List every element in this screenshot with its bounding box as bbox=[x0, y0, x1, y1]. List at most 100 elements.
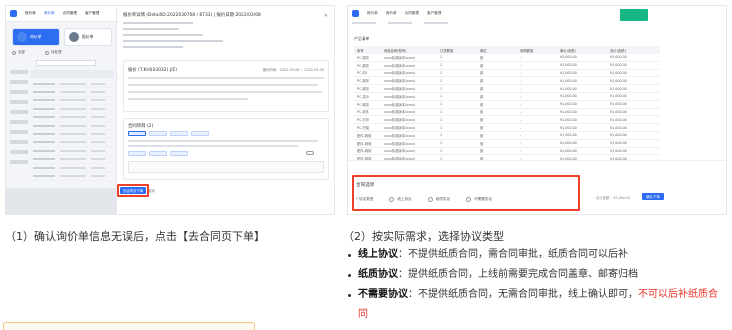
remark-textarea[interactable] bbox=[128, 161, 324, 173]
drawer-title: 报价单详情 (DetailID:2022030708 / 8733) | 报价日… bbox=[123, 13, 261, 18]
table-cell: xxxx标准版本(xxxx) bbox=[384, 63, 416, 68]
agreement-tag[interactable] bbox=[128, 151, 146, 156]
table-cell: ¥1,000.00 bbox=[610, 141, 627, 146]
table-row[interactable] bbox=[30, 97, 114, 106]
table-cell: ¥5,000.00 bbox=[560, 55, 577, 60]
highlight-box bbox=[117, 184, 149, 197]
table-row[interactable] bbox=[30, 122, 114, 131]
table-cell: - bbox=[520, 117, 522, 122]
table-cell: xxxx标准版本(xxxx) bbox=[384, 126, 416, 131]
table-row: 配件-网络 xxxx标准版本(xxxx) 1 套 - ¥1,000.00 ¥1,000.00 bbox=[354, 148, 660, 156]
table-cell: ¥3,000.00 bbox=[610, 63, 627, 68]
toggle-switch[interactable] bbox=[306, 151, 314, 155]
agreement-tag[interactable] bbox=[191, 131, 209, 136]
top-nav-item[interactable]: 询价单 bbox=[386, 11, 397, 16]
table-cell: - bbox=[520, 141, 522, 146]
table-row[interactable] bbox=[30, 147, 114, 156]
table-cell: PC-机1 bbox=[357, 71, 368, 76]
table-cell: PC-软件 bbox=[357, 110, 370, 115]
agreement-tag[interactable] bbox=[149, 131, 167, 136]
table-row[interactable] bbox=[30, 80, 114, 89]
table-cell: 1 bbox=[440, 117, 443, 122]
table-header: 序号 商品名称(型号) 订货数量 单位 采购数量 单价(含税) 总价(含税) bbox=[354, 46, 660, 54]
top-nav-item[interactable]: 询价单 bbox=[44, 11, 55, 16]
table-row[interactable] bbox=[30, 172, 114, 181]
table-row[interactable] bbox=[30, 139, 114, 148]
agreement-tags bbox=[128, 131, 209, 136]
table-row: PC-服务 xxxx标准版本(xxxx) 1 套 - ¥1,000.00 ¥1,000.00 bbox=[354, 77, 660, 86]
table-cell: ¥3,000.00 bbox=[560, 63, 577, 68]
top-nav-item[interactable]: 客户管理 bbox=[427, 11, 441, 16]
agreement-tag[interactable] bbox=[170, 151, 188, 156]
table-cell: xxxx标准版本(xxxx) bbox=[384, 55, 416, 60]
table-cell: 1 bbox=[440, 70, 443, 75]
agreement-tag[interactable] bbox=[170, 131, 188, 136]
list-item: 纸质协议：提供纸质合同，上线前需要完成合同盖章、邮寄归档 bbox=[346, 265, 726, 285]
table-row[interactable] bbox=[30, 105, 114, 114]
table-cell: ¥1,000.00 bbox=[560, 133, 577, 138]
table-cell: 套 bbox=[480, 79, 484, 84]
step1-caption: （1）确认询价单信息无误后，点击【去合同页下单】 bbox=[5, 230, 265, 243]
card-quote[interactable]: 报价单 bbox=[64, 28, 112, 46]
filter-radio[interactable]: 待处理 bbox=[45, 50, 62, 55]
table-row: PC-显示 xxxx标准版本(xxxx) 1 套 - ¥1,000.00 ¥1,000.00 bbox=[354, 93, 660, 101]
table-cell: xxxx标准版本(xxxx) bbox=[384, 110, 416, 115]
agreement-section: 合同项目 (2) bbox=[123, 118, 329, 180]
close-icon[interactable]: ✕ bbox=[324, 13, 328, 19]
table-cell: ¥1,000.00 bbox=[560, 141, 577, 146]
cancel-button[interactable]: 取消 bbox=[148, 188, 155, 193]
table-cell: xxxx标准版本(xxxx) bbox=[384, 94, 416, 99]
table-cell: xxxx标准版本(xxxx) bbox=[384, 118, 416, 123]
table-cell: - bbox=[520, 55, 522, 60]
table-cell: - bbox=[520, 133, 522, 138]
table-cell: - bbox=[520, 78, 522, 83]
quote-section-title: 报价 (T.KHI(03032) J/E) bbox=[128, 68, 177, 73]
table-cell: ¥1,000.00 bbox=[610, 133, 627, 138]
product-table: 序号 商品名称(型号) 订货数量 单位 采购数量 单价(含税) 总价(含税) P… bbox=[354, 46, 660, 171]
agreement-tag[interactable] bbox=[128, 131, 146, 136]
table-cell: 1 bbox=[440, 125, 443, 130]
table-cell: ¥1,000.00 bbox=[610, 109, 627, 114]
card-inquiry[interactable]: 询价单 bbox=[12, 28, 60, 46]
table-cell: ¥1,000.00 bbox=[560, 125, 577, 130]
table-cell: 套 bbox=[480, 110, 484, 115]
table-cell: 配件-网络 bbox=[357, 149, 372, 154]
table-cell: - bbox=[520, 70, 522, 75]
top-nav-item[interactable]: 合同管理 bbox=[63, 11, 77, 16]
table-row[interactable] bbox=[30, 156, 114, 164]
step2-caption: （2）按实际需求，选择协议类型 bbox=[343, 230, 504, 243]
top-nav-item[interactable]: 客户管理 bbox=[85, 11, 99, 16]
search-input[interactable] bbox=[36, 60, 96, 66]
table-cell: ¥1,000.00 bbox=[610, 117, 627, 122]
table-cell: - bbox=[520, 63, 522, 68]
table-cell: PC-服务 bbox=[357, 55, 370, 60]
table-row[interactable] bbox=[30, 130, 114, 139]
top-nav-item[interactable]: 报价单 bbox=[367, 11, 378, 16]
top-nav-item[interactable]: 报价单 bbox=[25, 11, 36, 16]
brand-green-button[interactable] bbox=[620, 9, 648, 21]
table-row: PC-软件 xxxx标准版本(xxxx) 1 套 - ¥1,000.00 ¥1,000.00 bbox=[354, 109, 660, 117]
quote-section: 报价 (T.KHI(03032) J/E) 报价时间：2022-03-08 ~ … bbox=[123, 60, 329, 112]
table-row: PC-打印 xxxx标准版本(xxxx) 1 套 - ¥1,000.00 ¥1,000.00 bbox=[354, 116, 660, 125]
agreement-tag[interactable] bbox=[149, 151, 167, 156]
filter-radio[interactable]: 全部 bbox=[12, 50, 25, 55]
table-cell: xxxx标准版本(xxxx) bbox=[384, 149, 416, 154]
table-cell: 1 bbox=[440, 55, 443, 60]
top-nav-item[interactable]: 合同管理 bbox=[405, 11, 419, 16]
confirm-order-button[interactable]: 确认下单 bbox=[642, 193, 664, 200]
table-row[interactable] bbox=[30, 114, 114, 122]
table-row[interactable] bbox=[30, 88, 114, 97]
table-cell: 1 bbox=[440, 141, 443, 146]
table-cell: 套 bbox=[480, 102, 484, 107]
sub-header bbox=[352, 22, 448, 24]
table-cell: 配件-网络 bbox=[357, 141, 372, 146]
table-cell: 套 bbox=[480, 118, 484, 123]
table-rows bbox=[30, 80, 114, 181]
table-row[interactable] bbox=[30, 164, 114, 173]
note-box bbox=[3, 322, 255, 330]
table-cell: ¥1,000.00 bbox=[610, 78, 627, 83]
table-cell: ¥1,000.00 bbox=[560, 102, 577, 107]
table-cell: 套 bbox=[480, 71, 484, 76]
table-cell: 套 bbox=[480, 141, 484, 146]
table-cell: - bbox=[520, 109, 522, 114]
